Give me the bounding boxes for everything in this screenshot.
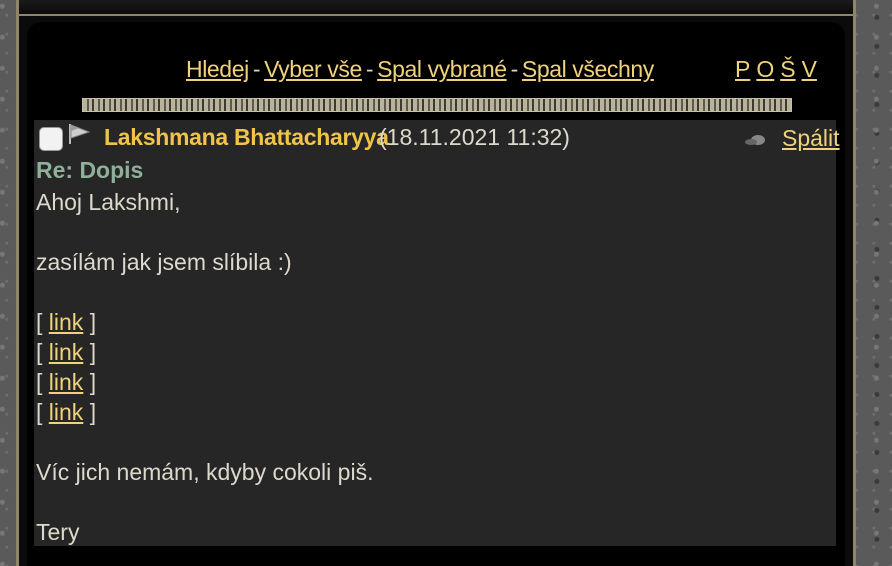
burn-selected-link[interactable]: Spal vybrané [377, 56, 507, 82]
message-card: Lakshmana Bhattacharyya (18.11.2021 11:3… [34, 120, 840, 547]
mail-toolbar: Hledej - Vyber vše - Spal vybrané - Spal všech… [186, 56, 654, 83]
message-subject: Re: Dopis [36, 157, 144, 183]
message-signature: Tery [36, 519, 80, 545]
bracket: ] [89, 339, 97, 365]
bracket: ] [89, 309, 97, 335]
flag-icon[interactable] [67, 123, 91, 145]
attachment-row: [ link ] [36, 397, 373, 427]
bracket: [ [36, 309, 43, 335]
message-line: Víc jich nemám, kdyby cokoli piš. [36, 459, 374, 485]
search-link[interactable]: Hledej [186, 56, 249, 82]
attachment-link[interactable]: link [49, 339, 84, 365]
select-all-link[interactable]: Vyber vše [264, 56, 362, 82]
ornament-divider [82, 98, 792, 112]
sender-name: Lakshmana Bhattacharyya [104, 124, 389, 150]
bracket: [ [36, 369, 43, 395]
separator: - [365, 56, 374, 82]
folder-link-s[interactable]: Š [780, 56, 795, 82]
attachment-row: [ link ] [36, 307, 373, 337]
select-checkbox[interactable] [39, 127, 63, 151]
burn-icon [745, 135, 765, 145]
separator: - [252, 56, 261, 82]
message-greeting: Ahoj Lakshmi, [36, 189, 181, 215]
message-body: Ahoj Lakshmi, zasílám jak jsem slíbila :… [36, 187, 373, 547]
separator: - [510, 56, 519, 82]
attachment-row: [ link ] [36, 337, 373, 367]
burn-message-link[interactable]: Spálit [782, 125, 840, 152]
bracket: ] [89, 369, 97, 395]
folder-link-o[interactable]: O [756, 56, 774, 82]
attachment-link[interactable]: link [49, 369, 84, 395]
attachment-link[interactable]: link [49, 399, 84, 425]
folder-link-p[interactable]: P [735, 56, 750, 82]
burn-all-link[interactable]: Spal všechny [522, 56, 654, 82]
top-banner [19, 0, 853, 16]
message-header: Lakshmana Bhattacharyya (18.11.2021 11:3… [34, 120, 840, 156]
message-line: zasílám jak jsem slíbila :) [36, 249, 292, 275]
attachment-row: [ link ] [36, 367, 373, 397]
attachment-link[interactable]: link [49, 309, 84, 335]
folder-letters: POŠV [735, 56, 823, 83]
bracket: [ [36, 399, 43, 425]
folder-link-v[interactable]: V [802, 56, 817, 82]
bracket: ] [89, 399, 97, 425]
message-date: (18.11.2021 11:32) [379, 124, 570, 150]
bracket: [ [36, 339, 43, 365]
